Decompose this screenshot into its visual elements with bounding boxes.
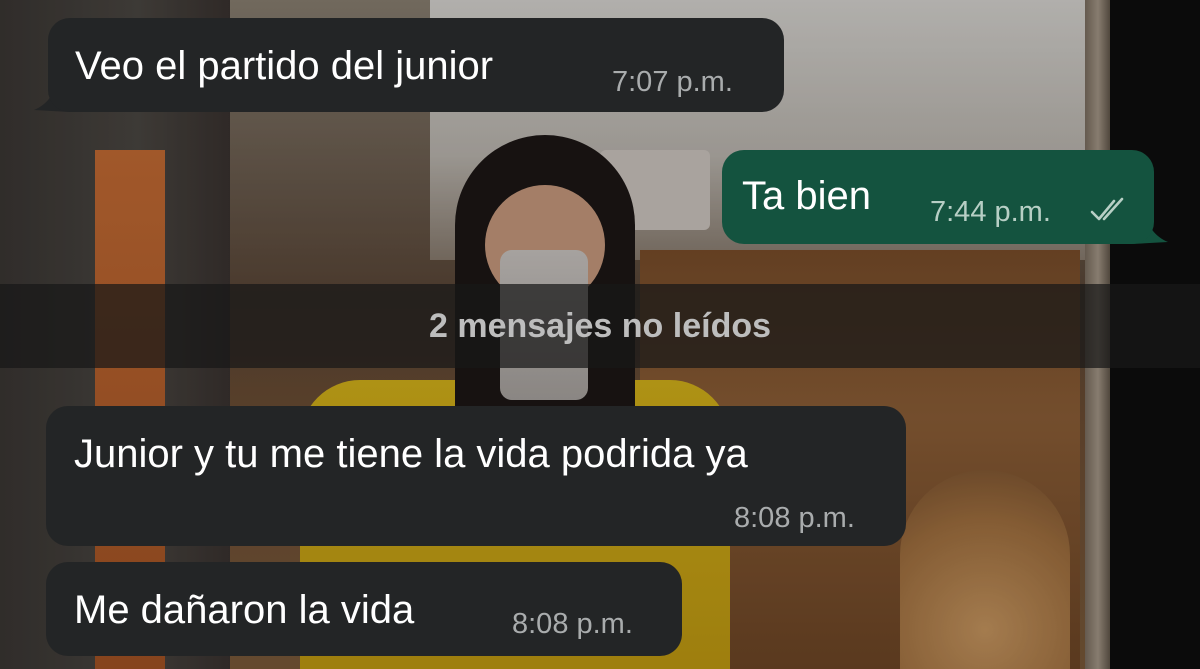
- message-time: 8:08 p.m.: [512, 608, 633, 640]
- double-check-icon: [1090, 197, 1124, 221]
- message-time: 7:44 p.m.: [930, 196, 1051, 228]
- message-time: 7:07 p.m.: [612, 66, 733, 98]
- unread-messages-divider: 2 mensajes no leídos: [0, 284, 1200, 368]
- message-time: 8:08 p.m.: [734, 502, 855, 534]
- message-text: Veo el partido del junior: [75, 44, 494, 88]
- message-bubble-incoming[interactable]: Me dañaron la vida 8:08 p.m.: [46, 562, 682, 656]
- message-text: Me dañaron la vida: [74, 588, 415, 632]
- message-bubble-incoming[interactable]: Veo el partido del junior 7:07 p.m.: [48, 18, 784, 112]
- unread-messages-label: 2 mensajes no leídos: [428, 306, 772, 345]
- message-text: Ta bien: [742, 174, 871, 218]
- message-bubble-incoming[interactable]: Junior y tu me tiene la vida podrida ya …: [46, 406, 906, 546]
- message-text: Junior y tu me tiene la vida podrida ya: [74, 432, 748, 476]
- message-bubble-outgoing[interactable]: Ta bien 7:44 p.m.: [722, 150, 1154, 244]
